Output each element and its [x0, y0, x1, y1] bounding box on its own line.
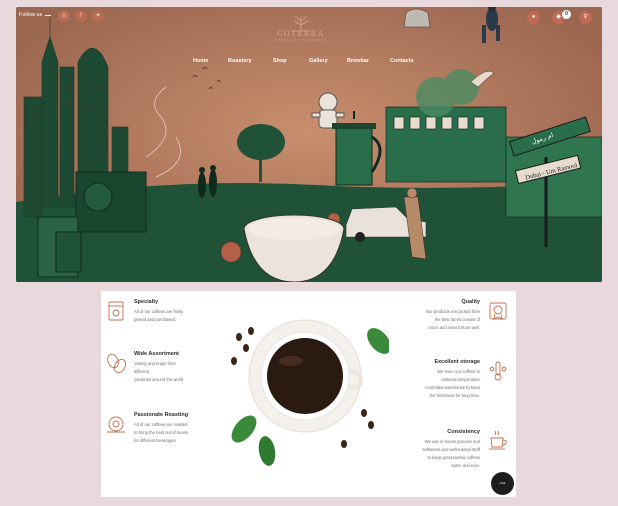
- thermometer-icon: [489, 361, 507, 381]
- hero-banner: Dubai - Um Ramool ام رمول Follow us ◎ f …: [16, 7, 602, 282]
- features-section: Specialty All of our coffees are finely p…: [101, 291, 516, 497]
- feature-consistency: Consistency We use in-house process and s…: [380, 429, 510, 475]
- follow-dash-divider: [45, 14, 52, 16]
- coffee-beans-icon: [107, 353, 127, 374]
- cart-count-badge: 0: [562, 10, 571, 19]
- logo-tagline: SPECIALTY ROASTERS: [275, 38, 327, 42]
- nav-contacts[interactable]: Contacts: [390, 58, 414, 64]
- feature-title: Specialty: [134, 299, 159, 305]
- feature-title: Quality: [461, 299, 480, 305]
- feature-desc: Our products are picked from the best far…: [425, 309, 480, 330]
- twitter-icon[interactable]: ✦: [92, 10, 104, 22]
- feature-wide-assortment: Wide Assortment Variety and origin from d…: [104, 351, 224, 391]
- coffee-cup-icon: [489, 430, 507, 450]
- feature-title: Wide Assortment: [134, 351, 179, 357]
- feature-desc: Variety and origin from different countrie…: [134, 361, 184, 382]
- feature-specialty: Specialty All of our coffees are finely p…: [104, 299, 224, 339]
- user-icon[interactable]: ●: [527, 11, 540, 24]
- feature-title: Passionate Roasting: [134, 412, 189, 418]
- follow-us: Follow us: [19, 12, 52, 18]
- chat-button[interactable]: chat: [491, 472, 514, 495]
- search-icon[interactable]: ⚲: [579, 11, 592, 24]
- quality-badge-icon: [489, 302, 507, 320]
- feature-title: Consistency: [447, 429, 480, 435]
- logo-wordmark: COTERRA: [277, 29, 325, 38]
- facebook-icon[interactable]: f: [75, 10, 87, 22]
- nav-roastery[interactable]: Roastery: [228, 58, 252, 64]
- follow-label: Follow us: [19, 12, 43, 18]
- feature-desc: We store our coffees in ambient temperatu…: [425, 369, 480, 398]
- feature-excellent-storage: Excellent storage We store our coffees i…: [380, 359, 510, 405]
- main-nav: Home Roastery Shop Gallery Brewbar Conta…: [16, 58, 602, 68]
- nav-brewbar[interactable]: Brewbar: [347, 58, 369, 64]
- feature-desc: All of our coffees are roasted to bring t…: [134, 422, 189, 443]
- nav-shop[interactable]: Shop: [273, 58, 287, 64]
- roaster-icon: [107, 416, 125, 433]
- feature-quality: Quality Our products are picked from the …: [380, 299, 510, 339]
- coffee-bag-icon: [108, 301, 124, 321]
- feature-desc: We use in-house process and softwares and…: [422, 439, 480, 468]
- feature-title: Excellent storage: [434, 359, 480, 365]
- nav-home[interactable]: Home: [193, 58, 208, 64]
- top-bar: Follow us ◎ f ✦ COTERRA SPECIALTY ROASTE…: [16, 7, 602, 42]
- site-logo[interactable]: COTERRA SPECIALTY ROASTERS: [274, 10, 328, 42]
- coffee-cup-image: [231, 319, 389, 466]
- instagram-icon[interactable]: ◎: [58, 10, 70, 22]
- hero-illustration: Dubai - Um Ramool ام رمول: [16, 7, 602, 282]
- feature-desc: All of our coffees are finely picked and …: [134, 309, 184, 322]
- feature-passionate-roasting: Passionate Roasting All of our coffees a…: [104, 412, 224, 452]
- nav-gallery[interactable]: Gallery: [309, 58, 328, 64]
